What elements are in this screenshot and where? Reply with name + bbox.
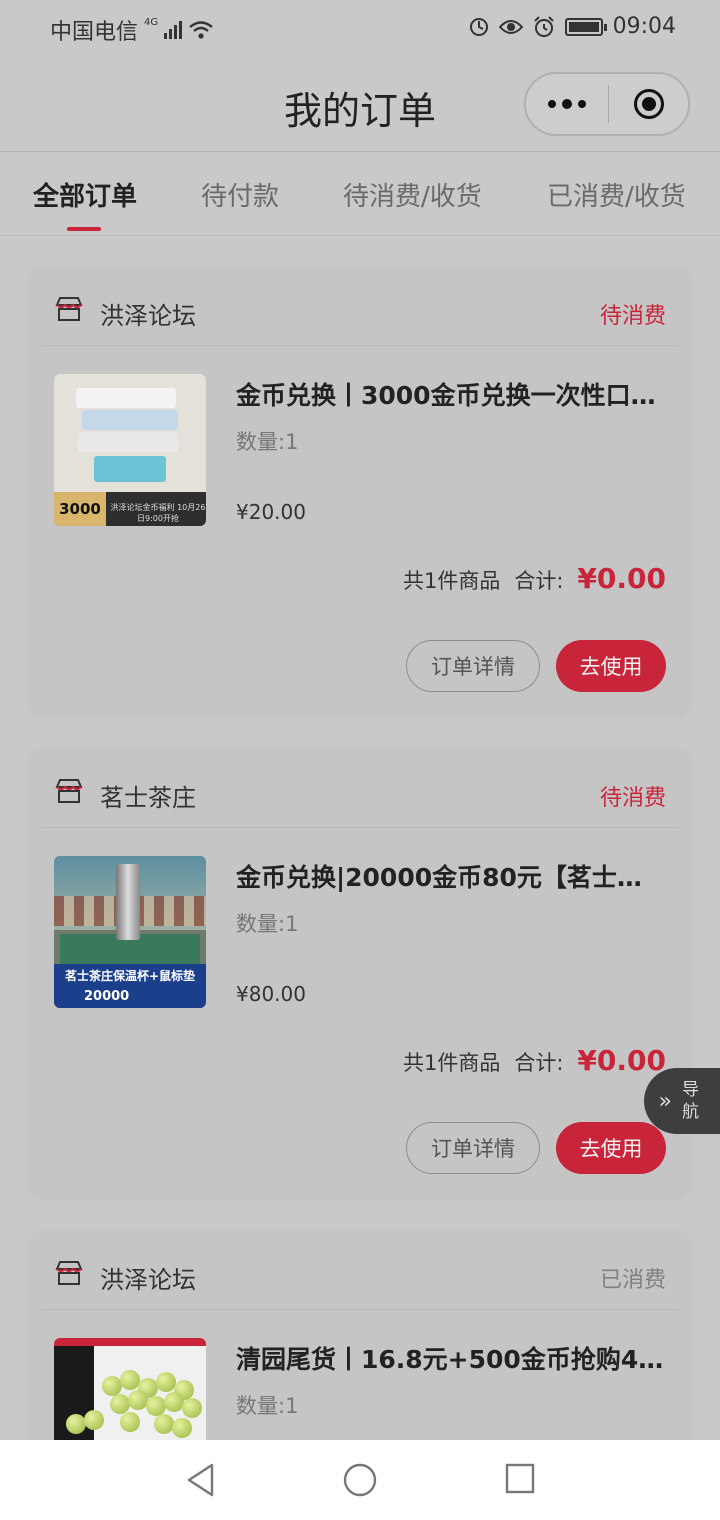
product-thumbnail[interactable]: 茗士茶庄保温杯+鼠标垫 20000: [54, 856, 206, 1008]
battery-icon: [564, 17, 607, 36]
data-saver-icon: [469, 17, 488, 36]
order-summary: 共1件商品 合计: ¥0.00: [403, 562, 666, 595]
shop-icon: [55, 1261, 83, 1285]
order-status: 待消费: [599, 786, 666, 811]
total-amount: ¥0.00: [577, 1044, 666, 1077]
use-button[interactable]: 去使用: [556, 640, 666, 692]
use-button[interactable]: 去使用: [556, 1122, 666, 1174]
product-title[interactable]: 金币兑换丨3000金币兑换一次性口…: [236, 376, 666, 412]
alarm-icon: [533, 15, 554, 37]
shop-name[interactable]: 洪泽论坛: [100, 1260, 196, 1295]
order-card[interactable]: 洪泽论坛 待消费 3000 洪泽论坛金币福利 10月26日9:00开抢 金币兑换…: [28, 266, 692, 718]
eye-icon: [498, 19, 523, 34]
item-count: 共1件商品: [402, 1051, 501, 1075]
wifi-icon: [189, 21, 213, 39]
thumb-caption: 洪泽论坛金币福利 10月26日9:00开抢: [110, 503, 206, 523]
product-quantity: 数量:1: [236, 1394, 299, 1418]
tab-pending-payment[interactable]: 待付款: [201, 176, 279, 213]
shop-icon: [55, 297, 83, 321]
order-card[interactable]: 茗士茶庄 待消费 茗士茶庄保温杯+鼠标垫 20000 金币兑换|20000金币8…: [28, 748, 692, 1200]
product-title[interactable]: 清园尾货丨16.8元+500金币抢购48…: [236, 1340, 666, 1376]
product-quantity: 数量:1: [236, 430, 299, 454]
carrier-label: 中国电信: [50, 20, 139, 45]
order-status: 待消费: [599, 304, 666, 329]
tab-all-orders[interactable]: 全部订单: [33, 176, 137, 213]
order-card-header: 洪泽论坛 待消费: [28, 266, 692, 346]
tab-used[interactable]: 已消费/收货: [547, 176, 686, 213]
back-icon[interactable]: [184, 1462, 218, 1498]
order-status: 已消费: [599, 1268, 666, 1293]
product-thumbnail[interactable]: 3000 洪泽论坛金币福利 10月26日9:00开抢: [54, 374, 206, 526]
total-amount: ¥0.00: [577, 562, 666, 595]
close-button[interactable]: [609, 74, 688, 134]
floating-nav-label: 导航: [682, 1080, 699, 1122]
miniprogram-capsule: [524, 72, 690, 136]
order-card-header: 茗士茶庄 待消费: [28, 748, 692, 828]
item-count: 共1件商品: [402, 569, 501, 593]
active-tab-indicator: [67, 227, 101, 231]
shop-name[interactable]: 茗士茶庄: [100, 778, 196, 813]
order-detail-button[interactable]: 订单详情: [406, 640, 540, 692]
network-type: 4G: [144, 16, 159, 28]
home-icon[interactable]: [342, 1462, 378, 1498]
more-icon: [548, 100, 556, 108]
status-bar: 中国电信 4G 09:04: [0, 0, 720, 56]
thumb-coin-badge: 3000: [54, 492, 106, 526]
system-nav-bar: [0, 1440, 720, 1520]
order-card[interactable]: 洪泽论坛 已消费 清园尾货丨16.8元+500金币抢购48… 数量:1: [28, 1230, 692, 1440]
floating-nav-button[interactable]: » 导航: [644, 1068, 720, 1134]
close-target-icon: [633, 89, 664, 119]
clock-time: 09:04: [612, 14, 676, 39]
product-title[interactable]: 金币兑换|20000金币80元【茗士茶…: [236, 858, 666, 894]
page-header: 我的订单: [0, 56, 720, 152]
more-button[interactable]: [526, 74, 608, 134]
shop-name[interactable]: 洪泽论坛: [100, 296, 196, 331]
product-price: ¥80.00: [236, 982, 306, 1006]
double-chevron-icon: »: [658, 1088, 672, 1114]
total-label: 合计:: [514, 1051, 564, 1075]
tab-pending-use[interactable]: 待消费/收货: [343, 176, 482, 213]
order-tabs: 全部订单 待付款 待消费/收货 已消费/收货: [0, 152, 720, 236]
total-label: 合计:: [514, 569, 564, 593]
recents-icon[interactable]: [504, 1462, 536, 1496]
order-summary: 共1件商品 合计: ¥0.00: [403, 1044, 666, 1077]
signal-icon: [164, 21, 183, 39]
product-quantity: 数量:1: [236, 912, 299, 936]
product-thumbnail[interactable]: [54, 1338, 206, 1440]
order-card-header: 洪泽论坛 已消费: [28, 1230, 692, 1310]
thumb-coin-badge: 20000: [84, 989, 130, 1004]
order-list-screen: 中国电信 4G 09:04 我的订单 全部订单 待付款 待消费/收货 已消费/收…: [0, 0, 720, 1440]
product-price: ¥20.00: [236, 500, 306, 524]
shop-icon: [55, 779, 83, 803]
thumb-banner-text: 茗士茶庄保温杯+鼠标垫: [64, 969, 196, 983]
order-detail-button[interactable]: 订单详情: [406, 1122, 540, 1174]
